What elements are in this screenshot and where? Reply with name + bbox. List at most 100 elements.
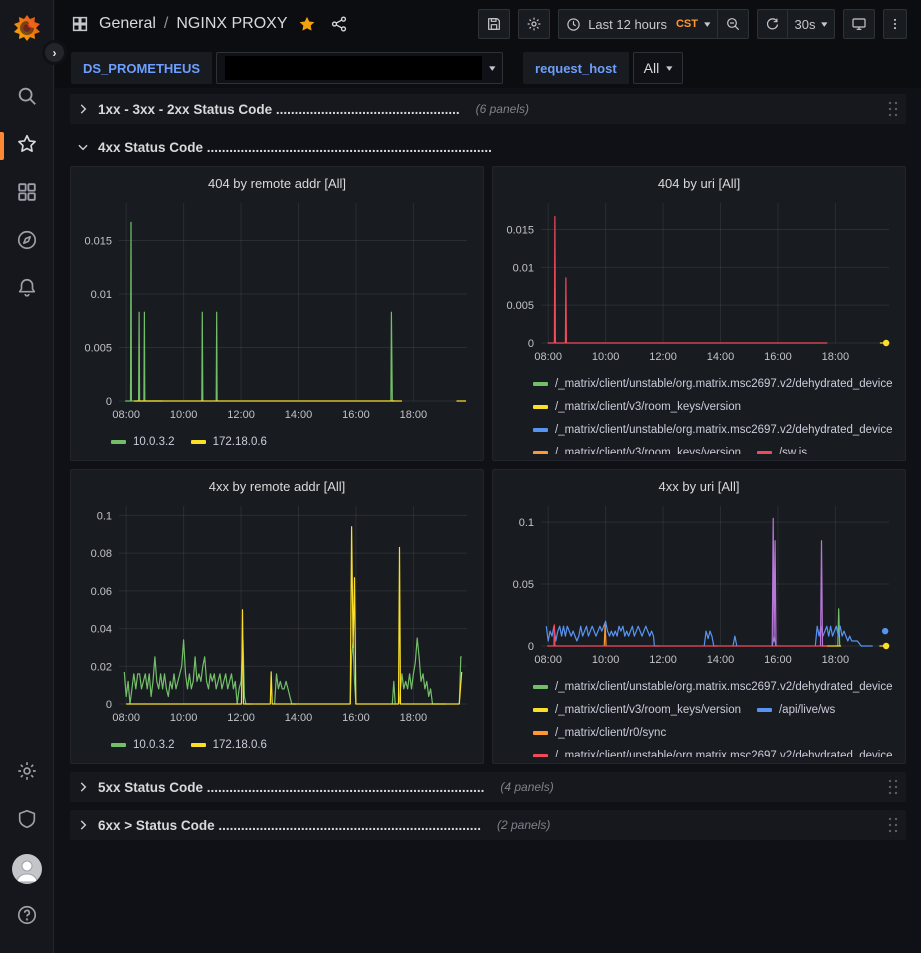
row-panel-count: (4 panels) [500, 780, 553, 794]
legend-item[interactable]: /_matrix/client/v3/room_keys/version [533, 443, 741, 454]
row-title: 4xx Status Code ........................… [98, 140, 492, 155]
variable-select-ds-prometheus[interactable]: ▾ [216, 52, 503, 84]
row-drag-handle[interactable] [886, 776, 898, 798]
legend-label: /_matrix/client/v3/room_keys/version [555, 401, 741, 413]
svg-text:14:00: 14:00 [707, 654, 735, 666]
clock-icon [566, 17, 581, 32]
grafana-logo[interactable] [11, 12, 43, 44]
legend-item[interactable]: /_matrix/client/unstable/org.matrix.msc2… [533, 420, 893, 439]
svg-text:18:00: 18:00 [822, 351, 850, 363]
row-5xx-status-code[interactable]: 5xx Status Code ........................… [70, 772, 906, 802]
row-title: 6xx > Status Code ......................… [98, 818, 481, 833]
variable-label-request-host[interactable]: request_host [523, 52, 629, 84]
more-options-button[interactable] [883, 9, 907, 39]
legend-item[interactable]: /_matrix/client/r0/sync [533, 723, 666, 742]
legend-label: /_matrix/client/unstable/org.matrix.msc2… [555, 750, 893, 758]
legend-swatch [191, 440, 206, 444]
svg-text:0.005: 0.005 [506, 300, 534, 312]
sidebar-item-explore[interactable] [0, 218, 53, 266]
row-6xx-status-code[interactable]: 6xx > Status Code ......................… [70, 810, 906, 840]
sidebar-item-help[interactable] [0, 893, 53, 941]
variable-select-request-host[interactable]: All ▾ [633, 52, 683, 84]
dashboard-settings-button[interactable] [518, 9, 550, 39]
request-host-value: All [644, 60, 660, 76]
row-drag-handle[interactable] [886, 98, 898, 120]
panel-title[interactable]: 404 by remote addr [All] [77, 171, 477, 195]
row-1xx-3xx-2xx-status-code[interactable]: 1xx - 3xx - 2xx Status Code ............… [70, 94, 906, 124]
sidebar-expand-button[interactable]: › [42, 40, 67, 65]
template-variables-bar: DS_PROMETHEUS ▾ request_host All ▾ [55, 48, 921, 88]
svg-text:0.08: 0.08 [91, 548, 112, 560]
dashboard-header: General / NGINX PROXY Last 1 [55, 0, 921, 48]
legend-item[interactable]: 10.0.3.2 [111, 735, 175, 754]
row-4xx-status-code[interactable]: 4xx Status Code ........................… [70, 132, 906, 162]
breadcrumb-dashboard-title[interactable]: NGINX PROXY [176, 15, 287, 33]
legend-item[interactable]: 10.0.3.2 [111, 432, 175, 451]
sidebar-item-dashboards[interactable] [0, 170, 53, 218]
chart-legend: /_matrix/client/unstable/org.matrix.msc2… [499, 675, 899, 757]
time-series-chart[interactable]: 00.020.040.060.080.108:0010:0012:0014:00… [77, 498, 477, 733]
svg-text:08:00: 08:00 [112, 712, 140, 724]
legend-item[interactable]: /_matrix/client/unstable/org.matrix.msc2… [533, 374, 893, 393]
panel-4xx-by-remote-addr: 4xx by remote addr [All] 00.020.040.060.… [70, 469, 484, 764]
refresh-interval-dropdown[interactable]: 30s ▾ [787, 9, 836, 39]
legend-label: 172.18.0.6 [213, 436, 267, 448]
row-drag-handle[interactable] [886, 814, 898, 836]
gear-icon [526, 16, 542, 32]
svg-text:0: 0 [528, 641, 534, 653]
chevron-down-icon [76, 140, 90, 154]
breadcrumb-section[interactable]: General [99, 15, 156, 33]
panel-404-by-remote-addr: 404 by remote addr [All] 00.0050.010.015… [70, 166, 484, 461]
legend-swatch [757, 451, 772, 455]
apps-icon [71, 15, 89, 33]
chevron-down-icon: ▾ [704, 19, 710, 30]
sidebar-item-starred[interactable] [0, 122, 53, 170]
legend-item[interactable]: /api/live/ws [757, 700, 835, 719]
legend-swatch [111, 743, 126, 747]
legend-item[interactable]: /sw.js [757, 443, 807, 454]
breadcrumb: General / NGINX PROXY [71, 15, 348, 33]
variable-label-ds-prometheus[interactable]: DS_PROMETHEUS [71, 52, 212, 84]
refresh-button[interactable] [757, 9, 787, 39]
legend-swatch [757, 708, 772, 712]
legend-item[interactable]: /_matrix/client/v3/room_keys/version [533, 700, 741, 719]
svg-text:0.01: 0.01 [513, 262, 534, 274]
shield-icon [16, 808, 38, 835]
sidebar-item-profile[interactable] [0, 845, 53, 893]
legend-item[interactable]: 172.18.0.6 [191, 432, 267, 451]
sidebar-item-alerting[interactable] [0, 266, 53, 314]
svg-text:18:00: 18:00 [822, 654, 850, 666]
row-title: 5xx Status Code ........................… [98, 780, 484, 795]
legend-swatch [533, 405, 548, 409]
legend-label: /_matrix/client/unstable/org.matrix.msc2… [555, 424, 893, 436]
svg-text:16:00: 16:00 [342, 712, 370, 724]
gear-icon [16, 760, 38, 787]
sidebar-item-search[interactable] [0, 74, 53, 122]
favorite-star-icon[interactable] [298, 15, 316, 33]
search-minus-icon [725, 16, 741, 32]
legend-item[interactable]: /_matrix/client/unstable/org.matrix.msc2… [533, 677, 893, 696]
panel-title[interactable]: 4xx by uri [All] [499, 474, 899, 498]
save-dashboard-button[interactable] [478, 9, 510, 39]
time-series-chart[interactable]: 00.050.108:0010:0012:0014:0016:0018:00 [499, 498, 899, 675]
sidebar-item-configuration[interactable] [0, 749, 53, 797]
legend-item[interactable]: 172.18.0.6 [191, 735, 267, 754]
svg-text:12:00: 12:00 [649, 654, 677, 666]
legend-item[interactable]: /_matrix/client/unstable/org.matrix.msc2… [533, 746, 893, 757]
zoom-out-button[interactable] [717, 9, 749, 39]
sidebar-item-server-admin[interactable] [0, 797, 53, 845]
svg-text:0.005: 0.005 [84, 342, 112, 354]
share-alt-icon[interactable] [330, 15, 348, 33]
panel-title[interactable]: 404 by uri [All] [499, 171, 899, 195]
legend-label: 10.0.3.2 [133, 739, 175, 751]
time-series-chart[interactable]: 00.0050.010.01508:0010:0012:0014:0016:00… [499, 195, 899, 372]
panel-title[interactable]: 4xx by remote addr [All] [77, 474, 477, 498]
legend-item[interactable]: /_matrix/client/v3/room_keys/version [533, 397, 741, 416]
svg-text:14:00: 14:00 [285, 712, 313, 724]
svg-text:0.1: 0.1 [519, 517, 534, 529]
time-range-picker[interactable]: Last 12 hours CST ▾ [558, 9, 716, 39]
time-series-chart[interactable]: 00.0050.010.01508:0010:0012:0014:0016:00… [77, 195, 477, 430]
star-outline-icon [16, 133, 38, 160]
tv-mode-button[interactable] [843, 9, 875, 39]
chart-legend: /_matrix/client/unstable/org.matrix.msc2… [499, 372, 899, 454]
